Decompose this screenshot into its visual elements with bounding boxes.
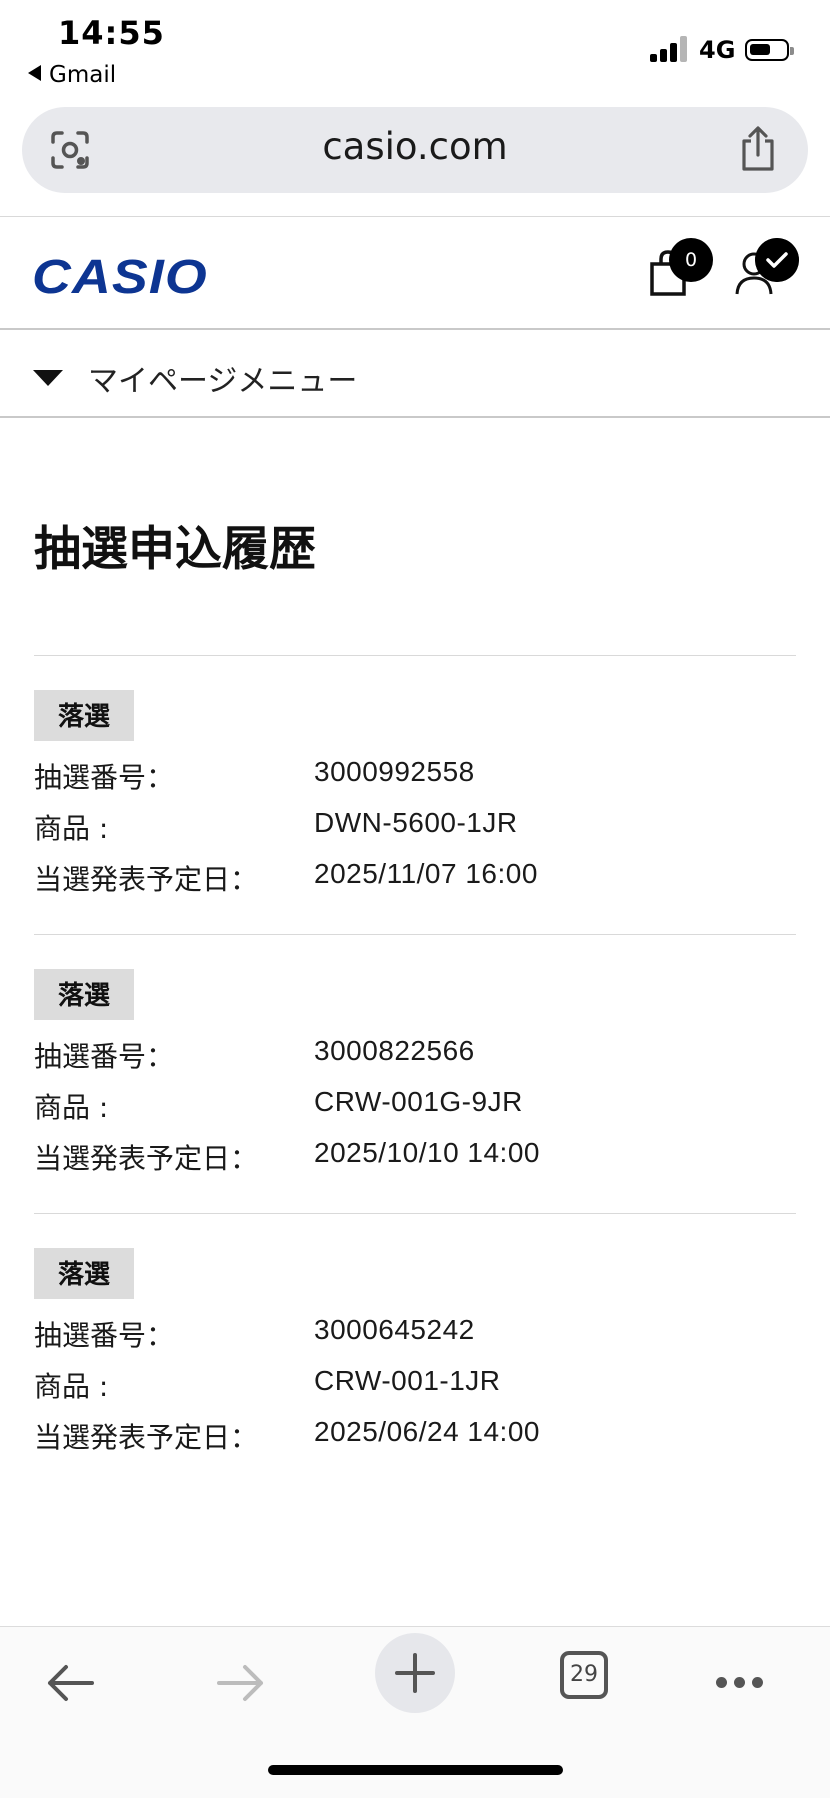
casio-logo[interactable]: CASIO <box>32 250 208 305</box>
share-icon[interactable] <box>738 125 778 173</box>
product-label: 商品 : <box>34 1370 109 1403</box>
announcement-label: 当選発表予定日： <box>34 1142 259 1175</box>
back-to-app-link[interactable]: Gmail <box>28 62 116 88</box>
dropdown-triangle-icon <box>33 370 63 386</box>
product-value: CRW-001-1JR <box>314 1365 501 1396</box>
lottery-number-label: 抽選番号： <box>34 1040 175 1073</box>
product-value: DWN-5600-1JR <box>314 807 518 838</box>
back-triangle-icon <box>28 65 41 81</box>
status-badge: 落選 <box>34 690 135 741</box>
back-app-label: Gmail <box>49 62 117 88</box>
signal-icon <box>650 36 690 62</box>
lottery-entry: 落選 抽選番号： 3000992558 商品 : DWN-5600-1JR 当選… <box>34 690 796 900</box>
status-badge: 落選 <box>34 1248 135 1299</box>
lottery-number-value: 3000992558 <box>314 756 475 787</box>
battery-icon <box>745 39 794 61</box>
entry-divider <box>34 1213 796 1214</box>
tab-switcher-button[interactable]: 29 <box>560 1651 608 1699</box>
page-title: 抽選申込履歴 <box>34 522 316 577</box>
check-icon <box>755 238 799 282</box>
back-arrow-icon[interactable] <box>44 1661 96 1705</box>
entry-divider <box>34 934 796 935</box>
lottery-number-value: 3000822566 <box>314 1035 475 1066</box>
status-time: 14:55 <box>58 14 165 52</box>
announcement-value: 2025/11/07 16:00 <box>314 858 538 889</box>
divider <box>0 216 830 217</box>
announcement-value: 2025/10/10 14:00 <box>314 1137 540 1168</box>
url-text[interactable]: casio.com <box>22 125 808 168</box>
divider <box>0 328 830 330</box>
status-badge: 落選 <box>34 969 135 1020</box>
lottery-entry: 落選 抽選番号： 3000645242 商品 : CRW-001-1JR 当選発… <box>34 1248 796 1458</box>
entry-divider <box>34 655 796 656</box>
announcement-value: 2025/06/24 14:00 <box>314 1416 540 1447</box>
lottery-number-label: 抽選番号： <box>34 1319 175 1352</box>
mypage-menu-toggle[interactable]: マイページメニュー <box>0 332 830 418</box>
mypage-menu-label: マイページメニュー <box>88 364 358 399</box>
forward-arrow-icon[interactable] <box>215 1661 267 1705</box>
announcement-label: 当選発表予定日： <box>34 863 259 896</box>
new-tab-button[interactable] <box>375 1633 455 1713</box>
product-label: 商品 : <box>34 812 109 845</box>
network-type: 4G <box>699 36 736 64</box>
cart-count-badge: 0 <box>669 238 713 282</box>
lottery-entry: 落選 抽選番号： 3000822566 商品 : CRW-001G-9JR 当選… <box>34 969 796 1179</box>
status-bar: 14:55 Gmail 4G <box>0 0 830 100</box>
lottery-number-label: 抽選番号： <box>34 761 175 794</box>
product-label: 商品 : <box>34 1091 109 1124</box>
home-indicator[interactable] <box>268 1765 563 1775</box>
divider <box>0 416 830 418</box>
product-value: CRW-001G-9JR <box>314 1086 523 1117</box>
address-bar[interactable]: casio.com <box>22 107 808 193</box>
plus-icon <box>395 1653 435 1693</box>
lottery-number-value: 3000645242 <box>314 1314 475 1345</box>
more-menu-icon[interactable] <box>716 1673 772 1688</box>
announcement-label: 当選発表予定日： <box>34 1421 259 1454</box>
